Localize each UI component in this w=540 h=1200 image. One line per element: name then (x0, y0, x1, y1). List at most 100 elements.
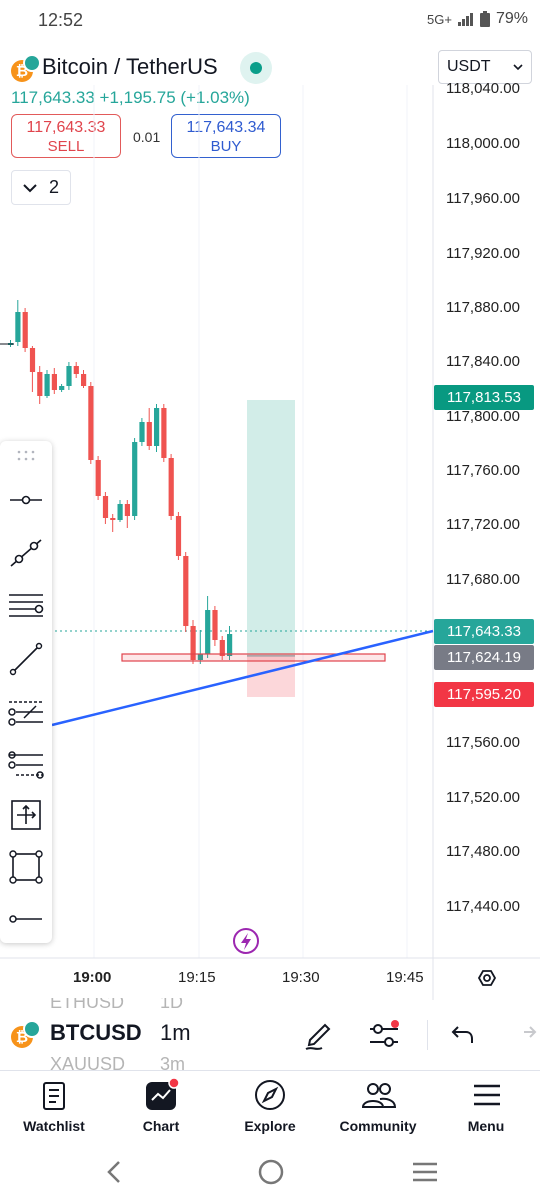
entry-price-label: 117,624.19 (434, 645, 534, 670)
watchlist-icon[interactable] (40, 1080, 68, 1112)
ray-tool-icon[interactable] (8, 641, 44, 677)
exchange-badge-icon (23, 54, 41, 72)
candle (22, 312, 28, 348)
chart-settings-icon[interactable] (477, 970, 497, 986)
drawing-toolbar (0, 441, 52, 943)
currency-value: USDT (447, 58, 491, 75)
battery-level: 79% (495, 10, 528, 27)
time-label: 19:15 (178, 969, 216, 986)
signal-icon (457, 13, 473, 26)
price-tick: 117,520.00 (446, 789, 520, 806)
long-position-target-zone[interactable] (247, 400, 295, 656)
time-label: 19:00 (73, 969, 112, 986)
price-tick: 117,800.00 (446, 408, 520, 425)
indicators-settings-icon[interactable] (366, 1018, 402, 1052)
next-interval[interactable]: 3m (160, 1054, 185, 1074)
candle (102, 496, 109, 518)
time-label: 19:45 (386, 969, 424, 986)
time-label: 19:30 (282, 969, 320, 986)
community-icon[interactable] (360, 1080, 398, 1110)
nav-watchlist[interactable]: Watchlist (4, 1118, 104, 1134)
coin-logo: ₿ (11, 54, 41, 82)
candle (15, 312, 21, 342)
menu-icon[interactable] (472, 1082, 502, 1108)
next-symbol[interactable]: XAUUSD (50, 1054, 125, 1074)
price-tick: 117,920.00 (446, 245, 520, 262)
drag-handle-icon[interactable] (16, 449, 52, 485)
currency-select[interactable]: USDT (438, 50, 532, 84)
symbol-selector[interactable]: BTCUSD (50, 1020, 142, 1046)
network-label: 5G+ (427, 11, 452, 27)
candle (81, 374, 87, 386)
last-price-label: 117,643.33 (434, 619, 534, 644)
market-open-icon (250, 62, 262, 74)
long-position-tool-icon[interactable] (8, 694, 44, 730)
candle (73, 366, 79, 374)
price-tick: 117,760.00 (446, 462, 520, 479)
candle (227, 634, 233, 656)
candle (37, 372, 43, 396)
status-time: 12:52 (38, 10, 84, 30)
candle (139, 422, 145, 442)
candle (205, 610, 211, 654)
compass-icon[interactable] (253, 1078, 287, 1112)
candle (183, 556, 189, 626)
chevron-down-icon (513, 64, 523, 71)
horizontal-ray-tool-icon[interactable] (8, 901, 44, 937)
stop-price-label: 117,595.20 (434, 682, 534, 707)
system-back-icon[interactable] (104, 1159, 124, 1185)
trend-line[interactable] (51, 629, 434, 727)
nav-community[interactable]: Community (328, 1118, 428, 1134)
candle (132, 442, 138, 516)
candle (88, 386, 94, 460)
price-tick: 117,960.00 (446, 190, 520, 207)
measure-tool-icon[interactable] (8, 797, 44, 833)
candle (124, 504, 130, 516)
candle (44, 374, 50, 396)
nav-divider (0, 1070, 540, 1071)
candle (66, 366, 72, 386)
price-chart[interactable] (0, 85, 540, 1000)
price-tick: 117,680.00 (446, 571, 520, 588)
status-icons: 5G+ 79% (427, 10, 528, 28)
market-status-button[interactable] (240, 52, 272, 84)
drawing-pen-icon[interactable] (302, 1018, 336, 1052)
candle (117, 504, 123, 520)
candle (29, 348, 36, 372)
flash-event-icon[interactable] (233, 928, 259, 954)
nav-chart[interactable]: Chart (111, 1118, 211, 1134)
short-position-tool-icon[interactable] (8, 747, 44, 783)
battery-icon (479, 11, 490, 27)
redo-icon[interactable] (516, 1020, 540, 1050)
candle (161, 408, 167, 458)
symbol-title[interactable]: Bitcoin / TetherUS (42, 54, 218, 80)
chart-icon[interactable] (144, 1078, 180, 1112)
trend-line-tool-icon[interactable] (8, 535, 44, 571)
fib-retracement-tool-icon[interactable] (8, 588, 44, 624)
candle (146, 422, 152, 446)
target-price-label: 117,813.53 (434, 385, 534, 410)
candle (95, 460, 101, 496)
price-tick: 117,480.00 (446, 843, 520, 860)
price-tick: 117,880.00 (446, 299, 520, 316)
previous-interval[interactable]: 1D (160, 998, 183, 1013)
candle (59, 386, 65, 390)
candle (110, 518, 116, 520)
bottom-coin-logo: ₿ (11, 1020, 41, 1048)
undo-icon[interactable] (448, 1020, 478, 1050)
exchange-badge-icon (23, 1020, 41, 1038)
support-rectangle[interactable] (121, 653, 386, 662)
system-recents-icon[interactable] (410, 1160, 440, 1184)
long-position-stop-zone[interactable] (247, 657, 295, 697)
rectangle-tool-icon[interactable] (8, 849, 44, 885)
price-tick: 118,000.00 (446, 135, 520, 152)
interval-selector[interactable]: 1m (160, 1020, 191, 1046)
nav-explore[interactable]: Explore (220, 1118, 320, 1134)
candle (154, 408, 160, 446)
previous-symbol[interactable]: ETHUSD (50, 998, 124, 1013)
horizontal-line-tool-icon[interactable] (8, 482, 44, 518)
nav-menu[interactable]: Menu (436, 1118, 536, 1134)
price-tick: 117,840.00 (446, 353, 520, 370)
system-home-icon[interactable] (257, 1158, 285, 1186)
divider (427, 1020, 428, 1050)
